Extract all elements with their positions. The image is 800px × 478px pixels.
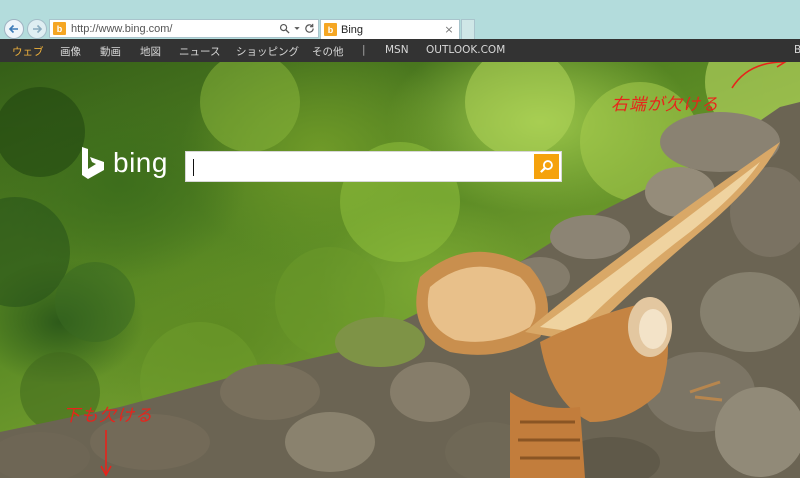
back-arrow-icon (8, 24, 18, 34)
bing-logo[interactable]: bing (80, 146, 168, 180)
tab-bing[interactable]: b Bing × (320, 19, 460, 39)
back-button[interactable] (4, 19, 24, 39)
nav-item-news[interactable]: ニュース (179, 44, 220, 59)
annotation-arrow-down-icon (100, 430, 112, 477)
text-caret (193, 159, 194, 176)
nav-item-more[interactable]: その他 (312, 44, 344, 59)
nav-item-cutoff[interactable]: B (794, 44, 800, 56)
search-box[interactable] (185, 151, 562, 182)
close-icon[interactable]: × (443, 23, 455, 36)
search-button[interactable] (534, 154, 559, 179)
hero-background: bing 右端が欠ける 下も欠ける (0, 62, 800, 478)
new-tab-button[interactable] (461, 19, 475, 39)
search-icon (540, 160, 553, 173)
forward-arrow-icon (33, 24, 43, 34)
nav-item-videos[interactable]: 動画 (100, 44, 121, 59)
bing-favicon-icon: b (53, 22, 66, 35)
search-input[interactable] (192, 156, 528, 178)
search-icon[interactable] (279, 23, 290, 34)
bing-logo-icon (82, 147, 104, 179)
address-bar[interactable]: b http://www.bing.com/ (49, 19, 319, 38)
annotation-arrow-right-icon (731, 62, 787, 89)
tab-title: Bing (341, 23, 364, 36)
annotation-bottom-edge: 下も欠ける (63, 406, 153, 426)
nav-separator: | (362, 44, 366, 56)
nav-item-web[interactable]: ウェブ (12, 44, 44, 59)
refresh-icon[interactable] (304, 23, 315, 34)
nav-item-images[interactable]: 画像 (60, 44, 81, 59)
url-text[interactable]: http://www.bing.com/ (71, 23, 279, 35)
nav-item-msn[interactable]: MSN (385, 44, 409, 56)
dropdown-arrow-icon[interactable] (293, 23, 301, 34)
logo-text: bing (113, 147, 168, 178)
bing-favicon-icon: b (324, 23, 337, 36)
forward-button[interactable] (27, 19, 47, 39)
top-nav: ウェブ 画像 動画 地図 ニュース ショッピング その他 | MSN OUTLO… (0, 39, 800, 62)
nav-item-outlook[interactable]: OUTLOOK.COM (426, 44, 505, 56)
browser-chrome: b http://www.bing.com/ b Bing × (0, 0, 800, 39)
nav-item-shopping[interactable]: ショッピング (236, 44, 299, 59)
nav-item-maps[interactable]: 地図 (140, 44, 161, 59)
annotation-right-edge: 右端が欠ける (611, 95, 719, 115)
